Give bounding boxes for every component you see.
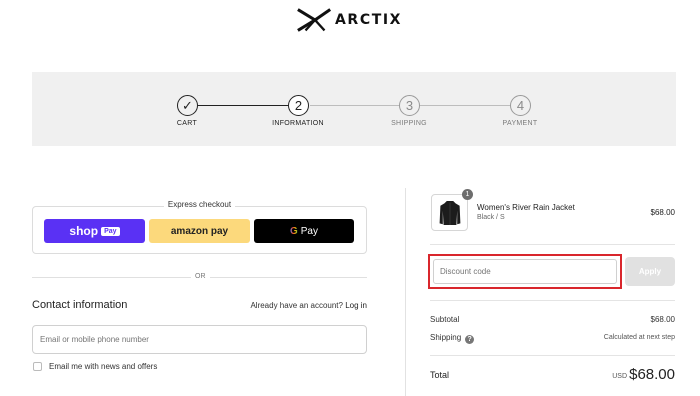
subtotal-value: $68.00 — [650, 315, 675, 324]
step-payment-label: PAYMENT — [502, 120, 538, 127]
total-value: $68.00 — [629, 366, 675, 383]
amazon-pay-label: amazon pay — [170, 225, 229, 237]
product-name: Women's River Rain Jacket — [477, 203, 575, 212]
step-shipping-circle: 3 — [399, 95, 420, 116]
step-shipping-label: SHIPPING — [391, 120, 427, 127]
step-information-label: INFORMATION — [272, 120, 324, 127]
shop-pay-label: shop — [69, 224, 99, 238]
product-thumbnail — [431, 194, 468, 231]
express-checkout-title: Express checkout — [32, 200, 367, 209]
login-link[interactable]: Log in — [345, 301, 367, 310]
newsletter-checkbox[interactable] — [33, 362, 42, 371]
newsletter-label[interactable]: Email me with news and offers — [49, 362, 157, 371]
checkout-progress: ✓ CART 2 INFORMATION 3 SHIPPING 4 PAYMEN… — [32, 72, 676, 146]
step-information-circle: 2 — [288, 95, 309, 116]
apply-discount-button[interactable]: Apply — [625, 257, 675, 286]
step-cart-label[interactable]: CART — [177, 120, 197, 127]
step-cart-circle[interactable]: ✓ — [177, 95, 198, 116]
step-information-number: 2 — [294, 98, 303, 113]
amazon-pay-button[interactable]: amazon pay — [149, 219, 250, 243]
product-variant: Black / S — [477, 214, 505, 221]
shop-pay-button[interactable]: shop Pay — [44, 219, 145, 243]
summary-divider — [430, 300, 675, 301]
shipping-label-row: Shipping? — [430, 333, 475, 344]
total-label: Total — [430, 370, 450, 380]
summary-divider — [430, 355, 675, 356]
quantity-badge: 1 — [462, 189, 473, 200]
google-pay-button[interactable]: G Pay — [254, 219, 354, 243]
step-shipping-number: 3 — [405, 98, 414, 113]
product-price: $68.00 — [650, 208, 675, 217]
contact-information-title: Contact information — [32, 299, 128, 311]
checkmark-icon: ✓ — [182, 97, 193, 113]
google-g-icon: G — [289, 225, 298, 237]
brand-name: ARCTIX — [335, 12, 403, 28]
subtotal-label: Subtotal — [430, 315, 460, 324]
account-prompt-text: Already have an account? — [250, 301, 343, 310]
discount-highlight — [428, 254, 622, 289]
shipping-label: Shipping — [430, 333, 462, 342]
shipping-value: Calculated at next step — [603, 334, 675, 341]
arctix-logo-icon — [297, 8, 332, 32]
or-text: OR — [191, 273, 210, 280]
google-pay-label: Pay — [300, 225, 318, 237]
account-prompt: Already have an account? Log in — [250, 301, 367, 310]
discount-code-input[interactable] — [433, 259, 617, 284]
email-field[interactable] — [32, 325, 367, 354]
brand-logo[interactable]: ARCTIX — [296, 4, 416, 36]
step-payment-number: 4 — [516, 98, 525, 113]
progress-line — [197, 105, 298, 106]
jacket-image-icon — [439, 200, 460, 225]
shop-pay-badge: Pay — [101, 226, 120, 236]
step-payment-circle: 4 — [510, 95, 531, 116]
help-icon[interactable]: ? — [465, 335, 475, 344]
summary-divider — [430, 244, 675, 245]
total-currency: USD — [612, 373, 627, 380]
column-divider — [405, 188, 406, 396]
